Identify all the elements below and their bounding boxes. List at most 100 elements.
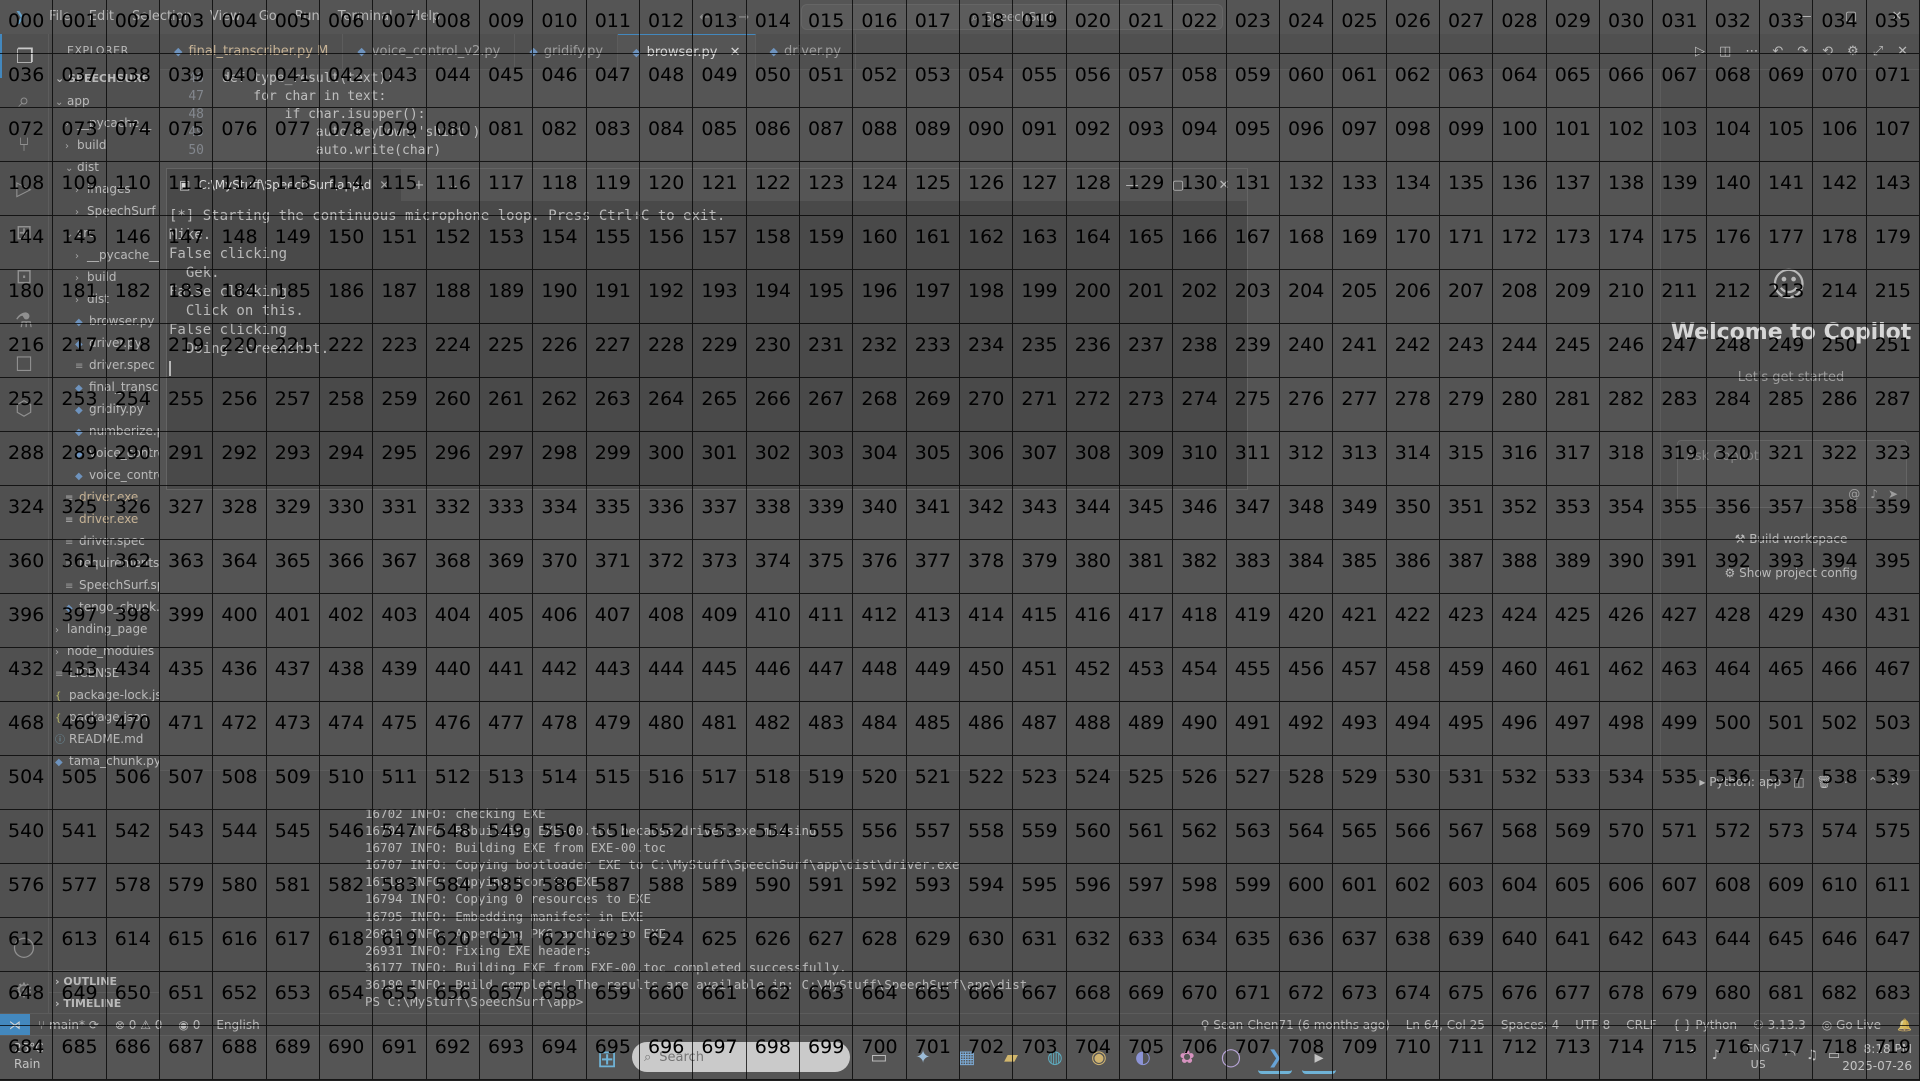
menu-selection[interactable]: Selection bbox=[123, 0, 201, 34]
source-control-icon[interactable]: ⑂ bbox=[0, 122, 48, 166]
menu-view[interactable]: View bbox=[201, 0, 250, 34]
package-icon[interactable]: ⬡ bbox=[0, 386, 48, 430]
chat-icon[interactable]: ☐ bbox=[0, 342, 48, 386]
vscode-icon[interactable]: ❯ bbox=[1258, 1042, 1292, 1074]
taskbar-search[interactable]: ⌕ Search bbox=[632, 1042, 850, 1072]
close-icon[interactable]: ✕ bbox=[726, 45, 741, 60]
editor-tab[interactable]: ◆ driver.py bbox=[756, 34, 857, 69]
remote-indicator-icon[interactable]: ⋊ bbox=[0, 1014, 30, 1036]
file-tree-item[interactable]: › node_modules bbox=[49, 640, 159, 662]
microphone-icon[interactable]: ♪ bbox=[1870, 487, 1878, 501]
gear-icon[interactable]: ⚙ bbox=[0, 968, 48, 1012]
code-editor[interactable]: 46 def type_result(text): 47 for char in t… bbox=[160, 70, 1550, 160]
file-tree-item[interactable]: ≡ requirements.txt bbox=[49, 552, 159, 574]
file-tree-item[interactable]: ≡ SpeechSurf.spec bbox=[49, 574, 159, 596]
notifications-icon[interactable]: 🔔 bbox=[1889, 1018, 1920, 1032]
run-icon[interactable]: ▷ bbox=[1695, 44, 1705, 59]
python-version[interactable]: ⚇ 3.13.3 bbox=[1745, 1018, 1814, 1032]
git-blame[interactable]: ⚲ Sean-Chen71 (6 months ago) bbox=[1193, 1018, 1398, 1032]
file-tree-item[interactable]: ◆ gridify.py bbox=[49, 398, 159, 420]
language-mode-indicator[interactable]: English bbox=[208, 1018, 267, 1032]
mention-icon[interactable]: @ bbox=[1848, 487, 1860, 501]
editor-tab[interactable]: ◆ gridify.py bbox=[515, 34, 619, 69]
remote-explorer-icon[interactable]: ⊡ bbox=[0, 254, 48, 298]
folder-icon[interactable]: ▰ bbox=[994, 1042, 1028, 1074]
file-tree-item[interactable]: › landing_page bbox=[49, 618, 159, 640]
explorer-icon[interactable]: ❐ bbox=[0, 34, 48, 78]
redo-icon[interactable]: ↷ bbox=[1797, 44, 1808, 59]
terminal-output[interactable]: 16702 INFO: checking EXE 16703 INFO: Rebu… bbox=[365, 805, 1027, 1010]
send-icon[interactable]: ➤ bbox=[1888, 487, 1898, 501]
copilot-input-box[interactable]: @ ♪ ➤ bbox=[1677, 440, 1907, 508]
close-icon[interactable]: ✕ bbox=[1874, 0, 1920, 34]
github-icon[interactable]: ◯ bbox=[1214, 1042, 1248, 1074]
edge-icon[interactable]: ◍ bbox=[1038, 1042, 1072, 1074]
outline-section[interactable]: › OUTLINE bbox=[49, 970, 159, 993]
menu-run[interactable]: Run bbox=[286, 0, 329, 34]
extensions-icon[interactable]: ⊞ bbox=[0, 210, 48, 254]
testing-icon[interactable]: ⚗ bbox=[0, 298, 48, 342]
weather-widget[interactable]: 25°C Rain bbox=[14, 1040, 44, 1072]
menu-terminal[interactable]: Terminal bbox=[329, 0, 402, 34]
file-tree-item[interactable]: ◆ tengo_chunk.py bbox=[49, 596, 159, 618]
editor-tab[interactable]: ◆ browser.py ✕ bbox=[618, 34, 756, 70]
file-tree-item[interactable]: {package.json bbox=[49, 706, 159, 728]
taskbar-clock[interactable]: 8:18 PM 2025-07-26 bbox=[1842, 1041, 1912, 1075]
split-editor-icon[interactable]: ◫ bbox=[1719, 44, 1731, 59]
undo-icon[interactable]: ↶ bbox=[1772, 44, 1783, 59]
store-icon[interactable]: ▦ bbox=[950, 1042, 984, 1074]
account-icon[interactable]: ◯ bbox=[0, 924, 48, 968]
file-tree-item[interactable]: ≡ LICENSE bbox=[49, 662, 159, 684]
language-indicator[interactable]: { } Python bbox=[1665, 1018, 1746, 1032]
file-tree-item[interactable]: ◆ browser.py bbox=[49, 310, 159, 332]
line-ending[interactable]: CRLF bbox=[1618, 1018, 1664, 1032]
photos-icon[interactable]: ✿ bbox=[1170, 1042, 1204, 1074]
encoding[interactable]: UTF-8 bbox=[1567, 1018, 1618, 1032]
indentation[interactable]: Spaces: 4 bbox=[1493, 1018, 1567, 1032]
show-project-config-link[interactable]: ⚙ Show project config bbox=[1661, 566, 1920, 580]
file-tree-item[interactable]: ◆ tama_chunk.py bbox=[49, 750, 159, 772]
menu-help[interactable]: Help bbox=[402, 0, 450, 34]
close-icon[interactable]: ✕ bbox=[1890, 775, 1900, 789]
minimize-icon[interactable]: — bbox=[1782, 0, 1828, 34]
chevron-up-icon[interactable]: ⌃ bbox=[1687, 1048, 1698, 1063]
minimap[interactable] bbox=[1550, 70, 1660, 160]
more-actions-icon[interactable]: ⋯ bbox=[1844, 775, 1856, 789]
new-tab-icon[interactable]: + bbox=[401, 178, 436, 193]
file-tree-item[interactable]: ≡ driver.exe bbox=[49, 486, 159, 508]
file-tree-item[interactable]: ≡ driver.spec bbox=[49, 530, 159, 552]
build-workspace-link[interactable]: ⚒ Build workspace bbox=[1661, 532, 1920, 546]
editor-tab[interactable]: ◆ final_transcriber.py M bbox=[160, 34, 344, 69]
file-tree-item[interactable]: › images bbox=[49, 178, 159, 200]
discord-icon[interactable]: ◐ bbox=[1126, 1042, 1160, 1074]
cursor-position[interactable]: Ln 64, Col 25 bbox=[1398, 1018, 1493, 1032]
file-tree-item[interactable]: › build bbox=[49, 134, 159, 156]
terminal-instance[interactable]: ▸ Python: app bbox=[1699, 775, 1781, 789]
close-icon[interactable]: ✕ bbox=[1201, 178, 1247, 193]
file-tree-item[interactable]: › build bbox=[49, 266, 159, 288]
go-live-button[interactable]: ◎ Go Live bbox=[1814, 1018, 1889, 1032]
run-debug-icon[interactable]: ▷ bbox=[0, 166, 48, 210]
file-tree-item[interactable]: ⌄ src bbox=[49, 222, 159, 244]
timeline-section[interactable]: › TIMELINE bbox=[49, 992, 159, 1015]
microphone-icon[interactable]: ♪ bbox=[1712, 1048, 1720, 1063]
menu-go[interactable]: Go bbox=[250, 0, 286, 34]
file-tree-item[interactable]: ◆ voice_control.py bbox=[49, 442, 159, 464]
file-tree-item[interactable]: ◆ driver.py bbox=[49, 332, 159, 354]
chevron-down-icon[interactable]: ⌄ bbox=[436, 178, 471, 193]
gear-icon[interactable]: ⚙ bbox=[1847, 44, 1859, 59]
file-tree-item[interactable]: ≡ driver.exe bbox=[49, 508, 159, 530]
terminal-icon[interactable]: ▸ bbox=[1302, 1042, 1336, 1074]
chrome-icon[interactable]: ◉ bbox=[1082, 1042, 1116, 1074]
file-tree-item[interactable]: › dist bbox=[49, 288, 159, 310]
workspace-section-header[interactable]: ⌄ SPEECHSURF bbox=[49, 68, 159, 90]
file-tree-item[interactable]: › __pycache__ bbox=[49, 244, 159, 266]
menu-edit[interactable]: Edit bbox=[80, 0, 123, 34]
copilot-icon[interactable]: ✦ bbox=[906, 1042, 940, 1074]
maximize-icon[interactable]: ⤢ bbox=[1873, 44, 1883, 59]
split-terminal-icon[interactable]: ◫ bbox=[1793, 775, 1804, 789]
maximize-icon[interactable]: ▢ bbox=[1155, 178, 1201, 193]
file-tree-item[interactable]: › SpeechSurf bbox=[49, 200, 159, 222]
menu-file[interactable]: File bbox=[40, 0, 80, 34]
maximize-panel-icon[interactable]: ⌃ bbox=[1868, 775, 1878, 789]
